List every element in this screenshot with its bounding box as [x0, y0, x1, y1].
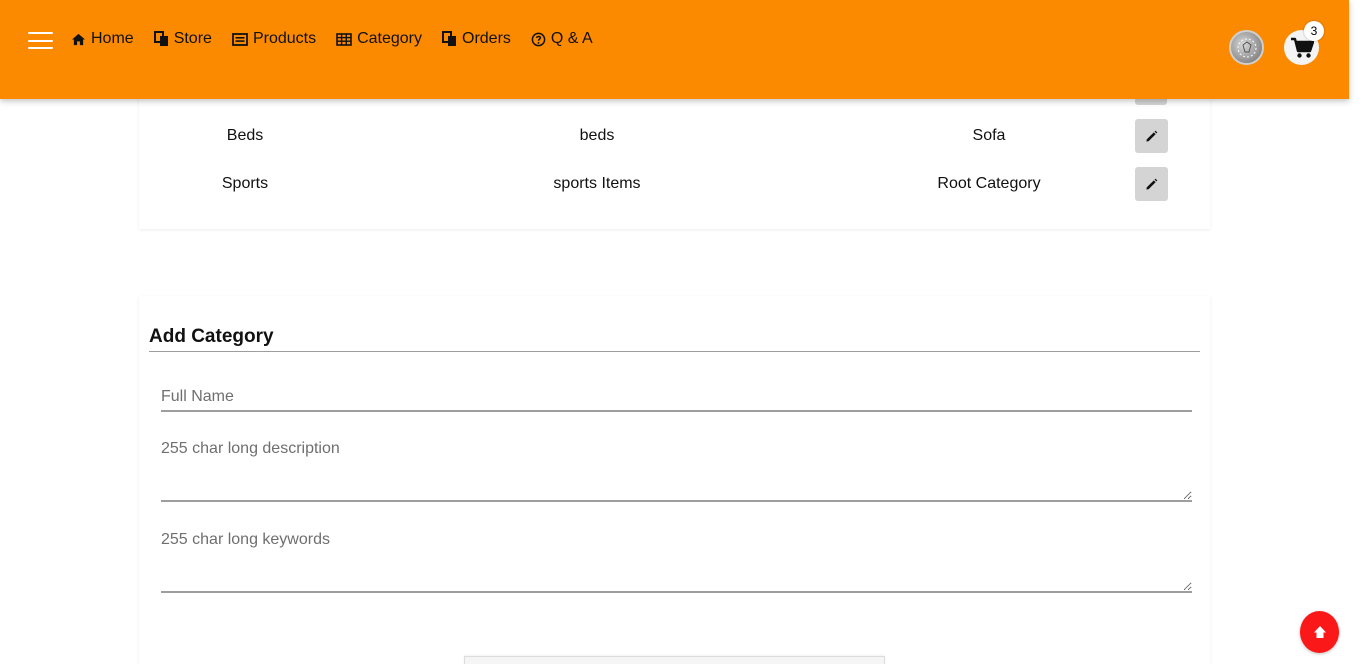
nav-store[interactable]: Store: [153, 30, 212, 48]
scrollbar[interactable]: [1349, 0, 1366, 664]
question-circle-icon: [531, 32, 546, 46]
nav-products-label: Products: [252, 30, 317, 47]
scroll-to-top-button[interactable]: [1300, 611, 1339, 653]
category-description: beds: [579, 127, 615, 144]
nav-orders[interactable]: Orders: [442, 30, 511, 48]
table-icon: [336, 32, 352, 46]
category-description: sports Items: [553, 175, 641, 192]
category-name: Beds: [226, 127, 264, 144]
nav-qa[interactable]: Q & A: [531, 30, 593, 48]
full-name-input[interactable]: [161, 384, 1192, 412]
category-parent: Root Category: [937, 175, 1041, 192]
category-name: Sports: [221, 175, 269, 192]
edit-button[interactable]: [1135, 167, 1168, 201]
add-category-form: Add Category: [139, 296, 1210, 664]
home-icon: [72, 33, 85, 45]
avatar-image-icon: [1237, 38, 1257, 58]
pencil-icon: [1146, 130, 1158, 142]
nav-links: Home Store Products Category Orders Q & …: [71, 30, 613, 48]
keywords-textarea[interactable]: [161, 528, 1192, 593]
pencil-icon: [1146, 178, 1158, 190]
orders-icon: [442, 31, 456, 46]
table-row: Beds beds Sofa: [139, 119, 1210, 167]
page: Home Store Products Category Orders Q & …: [0, 0, 1366, 664]
products-icon: [232, 32, 248, 46]
top-navbar: Home Store Products Category Orders Q & …: [0, 0, 1349, 99]
menu-icon[interactable]: [28, 32, 53, 49]
category-parent: Sofa: [972, 127, 1006, 144]
store-icon: [153, 31, 168, 46]
nav-home[interactable]: Home: [71, 30, 134, 48]
table-row: Sports sports Items Root Category: [139, 167, 1210, 215]
edit-button[interactable]: [1135, 119, 1168, 153]
nav-qa-label: Q & A: [550, 30, 593, 47]
avatar[interactable]: [1229, 30, 1264, 65]
submit-button[interactable]: [464, 656, 885, 664]
nav-orders-label: Orders: [462, 30, 511, 47]
cart-count-badge: 3: [1304, 21, 1324, 41]
nav-products[interactable]: Products: [232, 30, 316, 48]
arrow-up-icon: [1313, 626, 1326, 638]
nav-home-label: Home: [91, 30, 134, 47]
nav-category[interactable]: Category: [336, 30, 422, 48]
nav-category-label: Category: [357, 30, 422, 47]
form-title: Add Category: [149, 326, 1200, 352]
nav-store-label: Store: [173, 30, 212, 47]
description-textarea[interactable]: [161, 437, 1192, 502]
